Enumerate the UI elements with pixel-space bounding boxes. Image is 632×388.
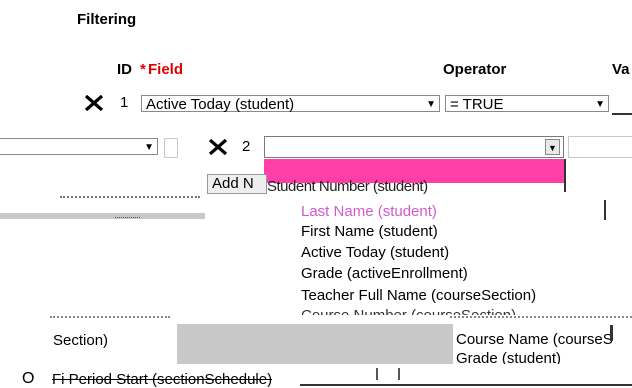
render-artifact [370, 368, 410, 384]
right-option-grade[interactable]: Grade (student) [456, 350, 561, 364]
render-artifact [604, 200, 606, 220]
left-partial-text: Section) [53, 332, 109, 349]
render-artifact [115, 211, 140, 218]
render-artifact [450, 310, 632, 320]
column-header-value: Va [612, 61, 630, 78]
row-1-number: 1 [120, 94, 129, 111]
column-header-field: Field [148, 61, 184, 78]
list-border-right [564, 159, 566, 192]
overlapping-option-text: Student Number (student) [267, 178, 428, 195]
row-1-field-value: Active Today (student) [146, 96, 295, 113]
render-artifact [50, 310, 170, 320]
row-2-field-select[interactable]: ▼ [264, 136, 564, 158]
column-header-id: ID [117, 61, 132, 78]
add-new-button[interactable]: Add N [207, 174, 267, 194]
chevron-down-icon: ▼ [426, 99, 436, 110]
dropdown-arrow-icon[interactable]: ▼ [545, 139, 560, 155]
bottom-partial-text: Fi Period Start (sectionSchedule) [52, 371, 273, 388]
dropdown-option[interactable]: Grade (activeEnrollment) [301, 265, 468, 282]
add-new-button-label: Add N [212, 175, 254, 192]
dropdown-option[interactable]: Active Today (student) [301, 244, 449, 261]
delete-row-1-icon[interactable] [84, 94, 104, 116]
section-title: Filtering [77, 11, 137, 28]
render-artifact-block [177, 324, 453, 364]
row-1-operator-select[interactable]: = TRUE ▼ [445, 95, 609, 113]
row-2-value-partial[interactable] [164, 138, 178, 158]
chevron-down-icon: ▼ [595, 99, 605, 110]
radio-button[interactable]: O [22, 370, 34, 388]
render-artifact-line [300, 384, 632, 386]
dropdown-option[interactable]: Last Name (student) [301, 203, 437, 220]
chevron-down-icon: ▼ [144, 142, 154, 153]
row-1-field-select[interactable]: Active Today (student) ▼ [141, 95, 440, 113]
row-2-number: 2 [242, 138, 251, 155]
value-field-edge [612, 113, 632, 115]
dropdown-option[interactable]: First Name (student) [301, 223, 438, 240]
row-2-operator-edge[interactable] [568, 136, 632, 158]
required-marker: * [140, 61, 146, 78]
right-option-course-name[interactable]: Course Name (courseS [456, 331, 613, 348]
render-artifact-bar [0, 213, 205, 219]
row-2-operator-select-partial[interactable]: ▼ [0, 138, 158, 155]
render-artifact [60, 188, 200, 198]
render-artifact [610, 325, 613, 341]
dropdown-option[interactable]: Teacher Full Name (courseSection) [301, 287, 536, 304]
column-header-operator: Operator [443, 61, 507, 78]
delete-row-2-icon[interactable] [208, 138, 228, 160]
row-1-operator-value: = TRUE [450, 96, 504, 113]
